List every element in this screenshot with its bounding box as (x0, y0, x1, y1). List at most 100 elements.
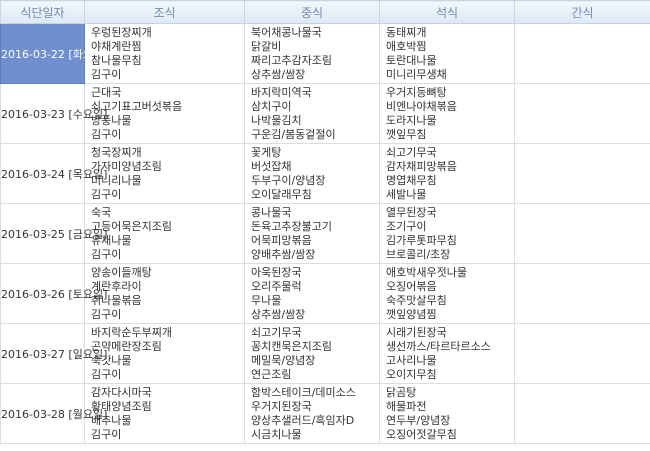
table-header-row: 식단일자 조식 중식 석식 간식 (0, 0, 650, 24)
date-cell[interactable]: 2016-03-22 [화요일] (0, 23, 107, 84)
dinner-menu-list: 애호박새우젓나물 오징어볶음 숙주맛살무침 깻잎양념찜 (380, 266, 514, 322)
menu-item: 가자미양념조림 (91, 159, 162, 173)
menu-item: 짜리고추감자조림 (251, 53, 332, 67)
header-lunch: 중식 (244, 0, 380, 24)
lunch-menu-list: 북어채콩나물국 닭갈비 짜리고추감자조림 상추쌈/쌈장 (245, 26, 379, 82)
menu-item: 김구이 (91, 307, 122, 321)
menu-item: 김구이 (91, 187, 122, 201)
snack-cell (514, 263, 650, 324)
menu-item: 오이달래무침 (251, 187, 312, 201)
date-cell[interactable]: 2016-03-26 [토요일] (0, 263, 107, 324)
menu-item: 근대국 (91, 85, 122, 99)
breakfast-cell: 양송이들깨탕 계란후라이 취나물볶음 김구이 (84, 263, 245, 324)
breakfast-menu-list: 바지락순두부찌개 곤약메란장조림 숙갓나물 김구이 (85, 326, 244, 382)
menu-item: 쇠고기표고버섯볶음 (91, 99, 183, 113)
lunch-cell: 아욱된장국 오리주물럭 무나물 상추쌈/쌈장 (244, 263, 380, 324)
breakfast-cell: 청국장찌개 가자미양념조림 미니리나물 김구이 (84, 143, 245, 204)
date-cell[interactable]: 2016-03-28 [월요일] (0, 383, 107, 444)
menu-item: 세발나물 (386, 187, 427, 201)
menu-item: 우렁된장찌개 (91, 25, 152, 39)
table-row[interactable]: 2016-03-24 [목요일] 청국장찌개 가자미양념조림 미니리나물 김구이 꽃게탕 버… (0, 143, 650, 204)
table-row[interactable]: 2016-03-23 [수요일] 근대국 쇠고기표고버섯볶음 방풍나물 김구이 바지락미역… (0, 83, 650, 144)
menu-item: 바지락순두부찌개 (91, 325, 172, 339)
dinner-cell: 닭곰탕 해물파전 연두부/양념장 오징어젓갈무침 (379, 383, 515, 444)
table-row[interactable]: 2016-03-27 [일요일] 바지락순두부찌개 곤약메란장조림 숙갓나물 김구이 쇠고… (0, 323, 650, 384)
menu-item: 상추쌈/쌈장 (251, 307, 306, 321)
menu-item: 숙국 (91, 205, 112, 219)
table-body: 2016-03-22 [화요일] 우렁된장찌개 야채계란찜 참나물무침 김구이 북어채콩나… (0, 23, 650, 444)
menu-item: 조기구이 (386, 219, 427, 233)
dinner-cell: 동태찌개 애호박찜 토란대나물 미니리무생채 (379, 23, 515, 84)
date-cell[interactable]: 2016-03-24 [목요일] (0, 143, 107, 204)
menu-item: 방풍나물 (91, 113, 132, 127)
menu-item: 명엽채무침 (386, 173, 437, 187)
lunch-menu-list: 함박스테이크/데미소스 우거지된장국 양상추샐러드/흑임자D 시금치나물 (245, 386, 379, 442)
header-breakfast: 조식 (84, 0, 245, 24)
table-row[interactable]: 2016-03-28 [월요일] 감자다시마국 황태양념조림 배추나물 김구이 함박스테이… (0, 383, 650, 444)
menu-item: 고등어묵은지조림 (91, 219, 172, 233)
dinner-menu-list: 쇠고기무국 감자채피망볶음 명엽채무침 세발나물 (380, 146, 514, 202)
menu-item: 김구이 (91, 427, 122, 441)
menu-item: 숙주맛살무침 (386, 293, 447, 307)
menu-item: 곤약메란장조림 (91, 339, 162, 353)
menu-item: 아욱된장국 (251, 265, 302, 279)
menu-item: 닭갈비 (251, 39, 282, 53)
menu-item: 애호박찜 (386, 39, 427, 53)
menu-item: 동태찌개 (386, 25, 427, 39)
menu-item: 오리주물럭 (251, 279, 302, 293)
menu-item: 삼치구이 (251, 99, 292, 113)
lunch-cell: 바지락미역국 삼치구이 나박물김치 구운김/봄동겉절이 (244, 83, 380, 144)
menu-item: 쇠고기무국 (386, 145, 437, 159)
menu-item: 도라지나물 (386, 113, 437, 127)
menu-item: 취나물볶음 (91, 293, 142, 307)
menu-item: 숙갓나물 (91, 353, 132, 367)
menu-item: 우거지등뼈탕 (386, 85, 447, 99)
menu-item: 유채나물 (91, 233, 132, 247)
menu-item: 연두부/양념장 (386, 413, 451, 427)
table-row[interactable]: 2016-03-25 [금요일] 숙국 고등어묵은지조림 유채나물 김구이 콩나물국 돈육고… (0, 203, 650, 264)
menu-item: 버섯잡채 (251, 159, 292, 173)
menu-item: 돈육고추장불고기 (251, 219, 332, 233)
table-row[interactable]: 2016-03-22 [화요일] 우렁된장찌개 야채계란찜 참나물무침 김구이 북어채콩나… (0, 23, 650, 84)
breakfast-cell: 우렁된장찌개 야채계란찜 참나물무침 김구이 (84, 23, 245, 84)
table-row[interactable]: 2016-03-26 [토요일] 양송이들깨탕 계란후라이 취나물볶음 김구이 아욱된장국… (0, 263, 650, 324)
menu-item: 생선까스/타르타르소스 (386, 339, 491, 353)
snack-cell (514, 383, 650, 444)
menu-item: 양송이들깨탕 (91, 265, 152, 279)
date-cell[interactable]: 2016-03-27 [일요일] (0, 323, 107, 384)
header-snack: 간식 (514, 0, 650, 24)
lunch-menu-list: 쇠고기무국 꽁치캔묵은지조림 메밀묵/양념장 연근조림 (245, 326, 379, 382)
menu-item: 고사리나물 (386, 353, 437, 367)
date-cell[interactable]: 2016-03-23 [수요일] (0, 83, 107, 144)
menu-item: 메밀묵/양념장 (251, 353, 316, 367)
breakfast-cell: 근대국 쇠고기표고버섯볶음 방풍나물 김구이 (84, 83, 245, 144)
menu-item: 참나물무침 (91, 53, 142, 67)
menu-item: 시금치나물 (251, 427, 302, 441)
menu-item: 토란대나물 (386, 53, 437, 67)
menu-item: 오징어젓갈무침 (386, 427, 457, 441)
snack-cell (514, 23, 650, 84)
breakfast-menu-list: 우렁된장찌개 야채계란찜 참나물무침 김구이 (85, 26, 244, 82)
dinner-cell: 시래기된장국 생선까스/타르타르소스 고사리나물 오이지무침 (379, 323, 515, 384)
menu-item: 쇠고기무국 (251, 325, 302, 339)
menu-item: 양배추쌈/쌈장 (251, 247, 316, 261)
menu-item: 김구이 (91, 67, 122, 81)
snack-cell (514, 203, 650, 264)
breakfast-menu-list: 근대국 쇠고기표고버섯볶음 방풍나물 김구이 (85, 86, 244, 142)
dinner-menu-list: 열무된장국 조기구이 김가루톳파무침 브로콜리/초장 (380, 206, 514, 262)
menu-item: 깻잎양념찜 (386, 307, 437, 321)
menu-item: 오징어볶음 (386, 279, 437, 293)
menu-item: 해물파전 (386, 399, 427, 413)
menu-item: 비엔나야채볶음 (386, 99, 457, 113)
dinner-menu-list: 동태찌개 애호박찜 토란대나물 미니리무생채 (380, 26, 514, 82)
breakfast-menu-list: 양송이들깨탕 계란후라이 취나물볶음 김구이 (85, 266, 244, 322)
menu-item: 브로콜리/초장 (386, 247, 451, 261)
menu-item: 청국장찌개 (91, 145, 142, 159)
menu-item: 배추나물 (91, 413, 132, 427)
lunch-menu-list: 바지락미역국 삼치구이 나박물김치 구운김/봄동겉절이 (245, 86, 379, 142)
date-cell[interactable]: 2016-03-25 [금요일] (0, 203, 107, 264)
dinner-menu-list: 시래기된장국 생선까스/타르타르소스 고사리나물 오이지무침 (380, 326, 514, 382)
snack-cell (514, 143, 650, 204)
menu-item: 열무된장국 (386, 205, 437, 219)
breakfast-cell: 숙국 고등어묵은지조림 유채나물 김구이 (84, 203, 245, 264)
